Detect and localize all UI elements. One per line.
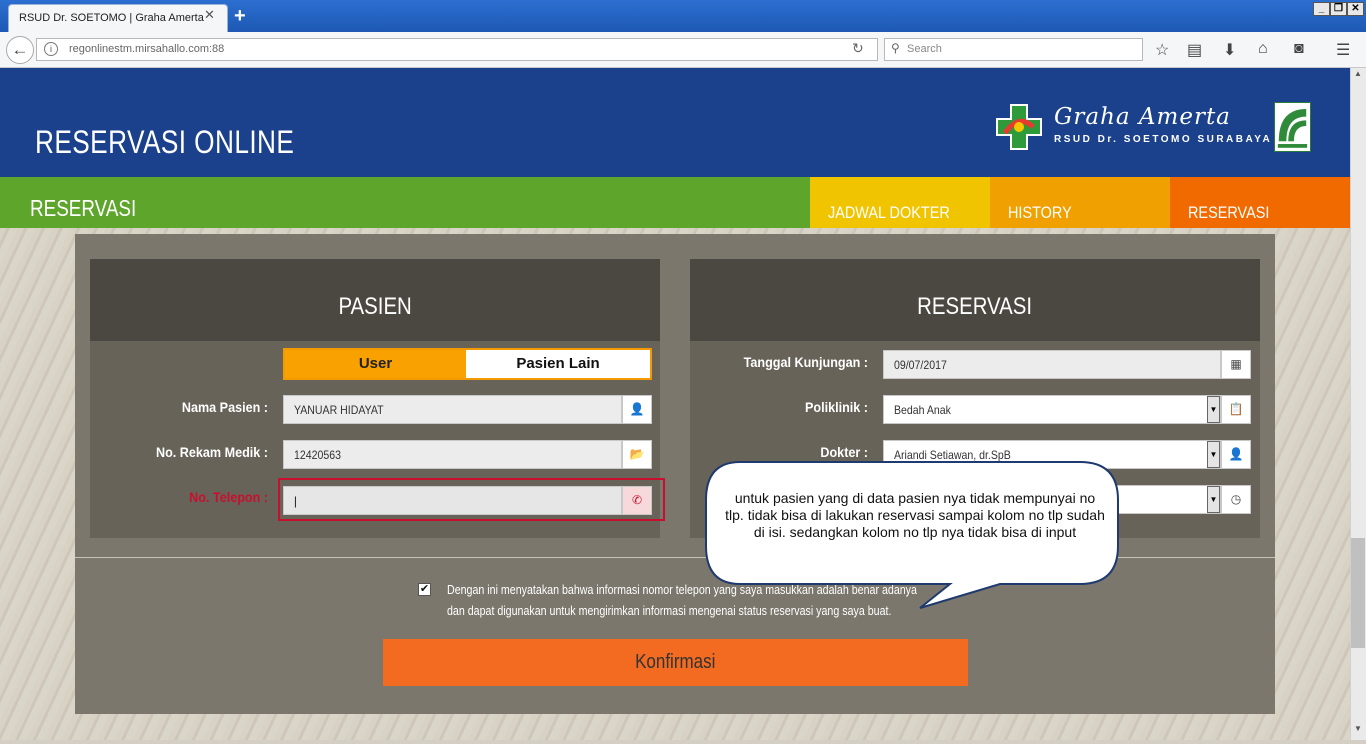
chevron-down-icon[interactable]: ▼	[1207, 396, 1220, 423]
search-icon: ⚲	[891, 41, 900, 55]
browser-tab[interactable]: RSUD Dr. SOETOMO | Graha Amerta	[8, 4, 228, 32]
download-icon[interactable]: ⬇	[1223, 40, 1236, 60]
page-title: RESERVASI ONLINE	[35, 124, 295, 160]
phone-field-highlight	[278, 478, 665, 521]
pasien-heading: PASIEN	[90, 259, 660, 341]
close-tab-icon[interactable]: ✕	[204, 7, 215, 23]
toggle-pasien-lain-button[interactable]: Pasien Lain	[466, 350, 650, 378]
minimize-button[interactable]: _	[1313, 2, 1330, 16]
calendar-icon[interactable]: ▦	[1221, 350, 1251, 379]
nama-pasien-label: Nama Pasien :	[181, 399, 268, 415]
nama-pasien-field[interactable]: YANUAR HIDAYAT	[283, 395, 622, 424]
chevron-down-icon[interactable]: ▼	[1207, 486, 1220, 513]
tab-history[interactable]: HISTORY	[990, 177, 1170, 228]
scroll-up-icon[interactable]: ▲	[1351, 69, 1365, 83]
chevron-down-icon[interactable]: ▼	[1207, 441, 1220, 468]
tanggal-field[interactable]: 09/07/2017	[883, 350, 1221, 379]
scroll-thumb[interactable]	[1351, 538, 1365, 648]
annotation-callout-text: untuk pasien yang di data pasien nya tid…	[725, 490, 1105, 540]
telepon-label: No. Telepon :	[189, 489, 268, 505]
nama-pasien-value: YANUAR HIDAYAT	[294, 403, 384, 417]
tab-label: HISTORY	[1008, 203, 1072, 222]
accreditation-badge-icon	[1274, 102, 1311, 152]
rekam-medik-label: No. Rekam Medik :	[155, 444, 268, 460]
home-icon[interactable]: ⌂	[1258, 40, 1268, 58]
konfirmasi-button[interactable]: Konfirmasi	[383, 639, 968, 686]
reload-icon[interactable]: ↻	[852, 40, 864, 57]
user-icon: 👤	[622, 395, 652, 424]
tab-title: RSUD Dr. SOETOMO | Graha Amerta	[19, 12, 204, 24]
reading-list-icon[interactable]: ▤	[1187, 40, 1202, 60]
annotation-callout-shape	[705, 461, 1119, 609]
doctor-icon: 👤	[1221, 440, 1251, 469]
tab-label: JADWAL DOKTER	[828, 203, 950, 222]
new-tab-button[interactable]: +	[234, 5, 246, 28]
tanggal-value: 09/07/2017	[894, 358, 947, 372]
back-button[interactable]: ←	[6, 36, 34, 64]
poliklinik-label: Poliklinik :	[804, 399, 868, 415]
folder-icon: 📂	[622, 440, 652, 469]
maximize-button[interactable]: ❐	[1330, 2, 1347, 16]
clock-icon: ◷	[1221, 485, 1251, 514]
tab-reservasi[interactable]: RESERVASI	[1170, 177, 1350, 228]
clipboard-icon: 📋	[1221, 395, 1251, 424]
konfirmasi-label: Konfirmasi	[635, 651, 716, 673]
scroll-down-icon[interactable]: ▼	[1351, 724, 1365, 738]
poliklinik-value: Bedah Anak	[894, 403, 951, 417]
logo-name: Graha Amerta	[1054, 104, 1231, 130]
reservasi-heading: RESERVASI	[690, 259, 1260, 341]
tanggal-label: Tanggal Kunjungan :	[743, 354, 868, 370]
poliklinik-select[interactable]: Bedah Anak	[883, 395, 1221, 424]
tab-label: RESERVASI	[1188, 203, 1270, 222]
search-input[interactable]: Search	[884, 38, 1143, 61]
section-title: RESERVASI	[30, 195, 137, 221]
url-text: regonlinestm.mirsahallo.com:88	[69, 43, 225, 55]
tab-jadwal-dokter[interactable]: JADWAL DOKTER	[810, 177, 990, 228]
info-icon[interactable]: i	[44, 42, 58, 56]
menu-icon[interactable]: ☰	[1336, 40, 1350, 60]
logo-subtitle: RSUD Dr. SOETOMO SURABAYA	[1054, 134, 1273, 145]
search-placeholder: Search	[907, 43, 942, 55]
rekam-medik-value: 12420563	[294, 448, 341, 462]
bookmark-star-icon[interactable]: ☆	[1155, 40, 1169, 60]
rekam-medik-field[interactable]: 12420563	[283, 440, 622, 469]
pocket-icon[interactable]: ◙	[1294, 40, 1304, 58]
pasien-heading-text: PASIEN	[338, 293, 412, 320]
hospital-logo-icon	[996, 104, 1042, 150]
consent-checkbox[interactable]: ✔	[418, 583, 431, 596]
toggle-user-button[interactable]: User	[285, 350, 466, 378]
url-bar[interactable]: regonlinestm.mirsahallo.com:88	[36, 38, 878, 61]
close-window-button[interactable]: ✕	[1347, 2, 1364, 16]
reservasi-heading-text: RESERVASI	[917, 293, 1033, 320]
